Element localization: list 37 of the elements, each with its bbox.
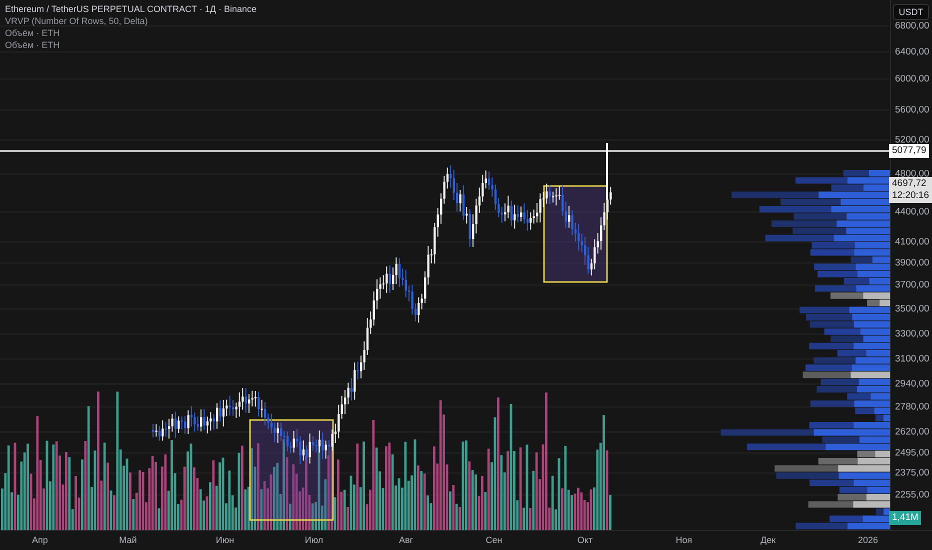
time-tick-label: Июн <box>216 535 234 545</box>
time-tick-label: Ноя <box>676 535 692 545</box>
time-tick-label: Окт <box>577 535 593 545</box>
time-tick-label: Дек <box>760 535 776 545</box>
time-tick-label: Авг <box>398 535 414 545</box>
price-tick-label: 2620,00 <box>895 426 930 438</box>
price-tick-label: 2495,00 <box>895 448 930 458</box>
price-tick-label: 6800,00 <box>895 20 930 32</box>
currency-button[interactable]: USDT <box>893 4 929 20</box>
price-tick-label: 6400,00 <box>895 46 930 58</box>
price-tick-label: 2780,00 <box>895 402 930 412</box>
price-tick-label: 2375,00 <box>895 468 930 478</box>
time-tick-label: Май <box>119 535 137 545</box>
price-tick-label: 3300,00 <box>895 328 930 340</box>
time-tick-label: 2026 <box>858 535 878 545</box>
price-tick-label: 6000,00 <box>895 74 930 84</box>
price-tick-label: 4800,00 <box>895 168 930 180</box>
price-label: 4697,72 12:20:16 <box>889 177 932 203</box>
price-tick-label: 5200,00 <box>895 134 930 146</box>
indicator-label: Объём · ETH <box>5 28 61 39</box>
price-tick-label: 2940,00 <box>895 378 930 390</box>
indicator-label: Объём · ETH <box>5 40 61 51</box>
price-tick-label: 3500,00 <box>895 304 930 314</box>
volume-badge: 1,41M <box>889 511 922 525</box>
price-tick-label: 3100,00 <box>895 354 930 364</box>
price-tick-label: 4400,00 <box>895 206 930 218</box>
price-label: 5077,79 <box>889 144 930 158</box>
chart-title: Ethereum / TetherUS PERPETUAL CONTRACT · 1Д · Binance <box>5 4 257 15</box>
price-tick-label: 2255,00 <box>895 490 930 500</box>
price-tick-label: 3900,00 <box>895 258 930 268</box>
price-tick-label: 4100,00 <box>895 236 930 248</box>
indicator-label: VRVP (Number Of Rows, 50, Delta) <box>5 16 149 27</box>
time-tick-label: Сен <box>486 535 502 545</box>
price-tick-label: 5600,00 <box>895 104 930 116</box>
time-tick-label: Июл <box>304 535 324 545</box>
price-tick-label: 3700,00 <box>895 280 930 290</box>
time-tick-label: Апр <box>32 535 48 545</box>
